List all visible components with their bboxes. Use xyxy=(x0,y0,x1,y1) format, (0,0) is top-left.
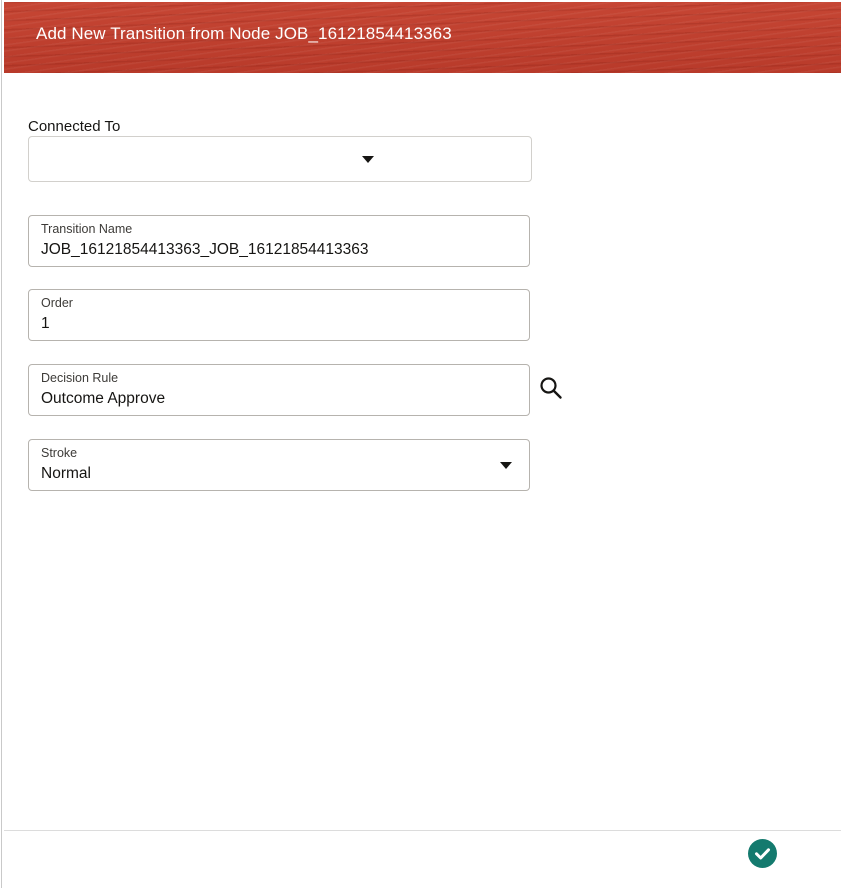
stroke-value: Normal xyxy=(41,465,91,482)
decision-rule-label: Decision Rule xyxy=(41,371,119,385)
connected-to-label: Connected To xyxy=(28,118,121,135)
order-field[interactable]: Order 1 xyxy=(28,289,530,341)
order-label: Order xyxy=(41,296,73,310)
transition-name-value: JOB_16121854413363_JOB_16121854413363 xyxy=(41,241,369,258)
search-icon[interactable] xyxy=(538,375,564,401)
transition-name-field[interactable]: Transition Name JOB_16121854413363_JOB_1… xyxy=(28,215,530,267)
stroke-select[interactable]: Stroke Normal xyxy=(28,439,530,491)
decision-rule-value: Outcome Approve xyxy=(41,390,166,407)
chevron-down-icon xyxy=(362,156,374,163)
dialog-title: Add New Transition from Node JOB_1612185… xyxy=(36,24,452,43)
transition-name-label: Transition Name xyxy=(41,222,133,236)
add-transition-dialog: Add New Transition from Node JOB_1612185… xyxy=(1,0,841,888)
stroke-label: Stroke xyxy=(41,446,78,460)
chevron-down-icon xyxy=(500,462,512,469)
dialog-footer xyxy=(4,830,841,888)
order-value: 1 xyxy=(41,315,50,332)
decision-rule-field[interactable]: Decision Rule Outcome Approve xyxy=(28,364,530,416)
connected-to-select[interactable] xyxy=(28,136,532,182)
dialog-header: Add New Transition from Node JOB_1612185… xyxy=(4,2,841,73)
checkmark-icon xyxy=(755,848,770,860)
ok-button[interactable] xyxy=(748,839,777,868)
